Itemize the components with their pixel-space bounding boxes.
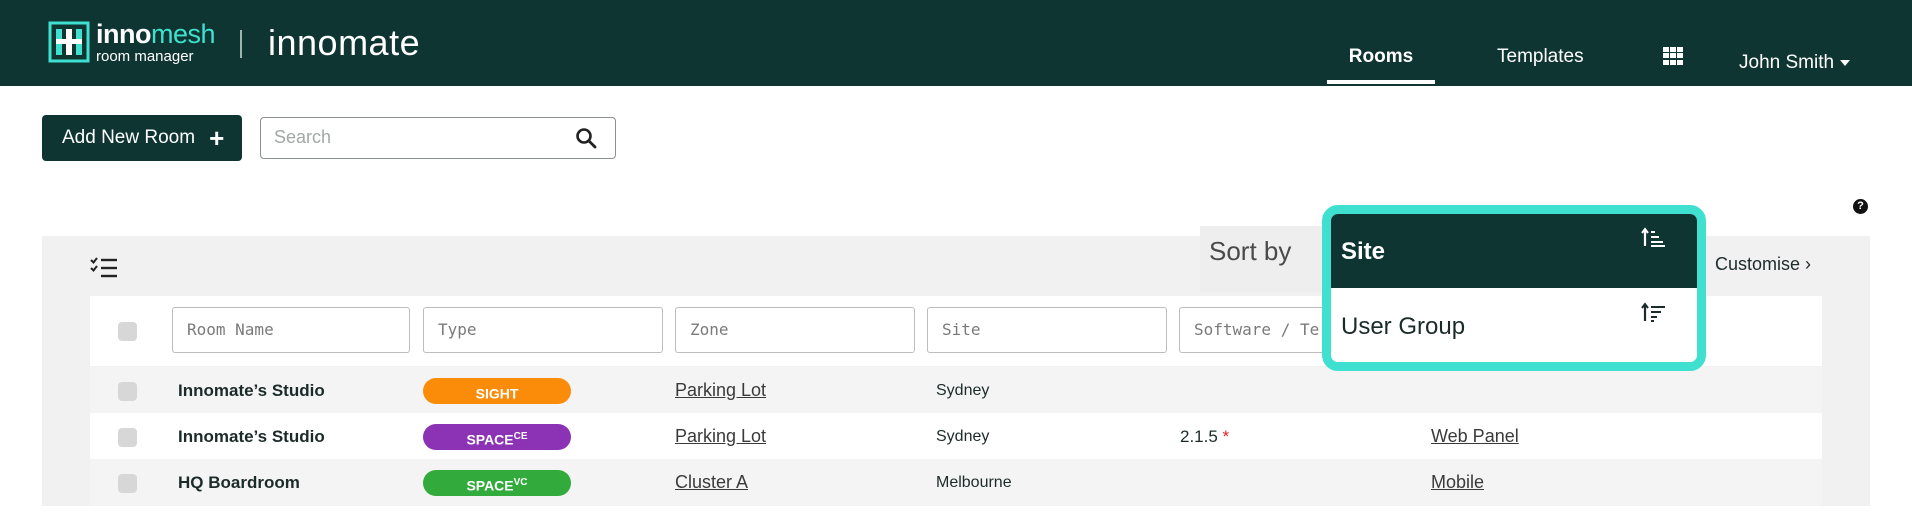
table-row[interactable]: Innomate’s Studio SPACECE Parking Lot Sy… bbox=[90, 413, 1822, 460]
software-filter[interactable]: Software / Te bbox=[1179, 307, 1331, 353]
sort-ascending-lines-icon[interactable] bbox=[1641, 226, 1667, 250]
customise-link[interactable]: Customise › bbox=[1715, 254, 1811, 275]
site-value: Melbourne bbox=[936, 474, 1012, 491]
logo-text: innomesh room manager bbox=[96, 18, 216, 65]
room-name[interactable]: HQ Boardroom bbox=[178, 459, 300, 506]
search-box[interactable] bbox=[260, 117, 616, 159]
logo-brand-a: inno bbox=[96, 18, 151, 49]
zone-filter[interactable]: Zone bbox=[675, 307, 915, 353]
sort-by-label: Sort by bbox=[1209, 236, 1292, 266]
user-name: John Smith bbox=[1739, 52, 1835, 73]
panel-link[interactable]: Mobile bbox=[1431, 459, 1484, 506]
chevron-down-icon bbox=[1840, 59, 1851, 66]
table-row[interactable]: HQ Boardroom SPACEVC Cluster A Melbourne… bbox=[90, 459, 1822, 506]
select-all-checkbox[interactable] bbox=[118, 322, 137, 341]
add-new-room-label: Add New Room bbox=[62, 127, 196, 148]
product-name: innomate bbox=[268, 22, 421, 63]
zone-link[interactable]: Cluster A bbox=[675, 459, 748, 506]
row-checkbox[interactable] bbox=[118, 382, 137, 401]
zone-link[interactable]: Parking Lot bbox=[675, 367, 766, 414]
sort-option-label: User Group bbox=[1341, 313, 1466, 340]
room-name[interactable]: Innomate’s Studio bbox=[178, 413, 325, 460]
zone-link[interactable]: Parking Lot bbox=[675, 413, 766, 460]
software-version: 2.1.5 * bbox=[1180, 427, 1230, 446]
search-input[interactable] bbox=[261, 118, 561, 156]
innomesh-logo[interactable]: innomesh room manager bbox=[48, 18, 216, 65]
nav-active-indicator bbox=[1327, 80, 1435, 84]
room-name-filter[interactable]: Room Name bbox=[172, 307, 410, 353]
site-value: Sydney bbox=[936, 428, 990, 445]
sort-option-label: Site bbox=[1341, 238, 1386, 265]
site-value: Sydney bbox=[936, 382, 990, 399]
sort-option-user-group[interactable]: User Group bbox=[1331, 289, 1697, 362]
logo-divider bbox=[240, 30, 242, 58]
update-flag: * bbox=[1222, 427, 1230, 446]
type-badge: SPACECE bbox=[423, 424, 571, 450]
type-badge: SIGHT bbox=[423, 378, 571, 404]
table-row[interactable]: Innomate’s Studio SIGHT Parking Lot Sydn… bbox=[90, 367, 1822, 414]
user-menu[interactable]: John Smith bbox=[1739, 52, 1851, 74]
chevron-right-icon: › bbox=[1805, 254, 1812, 274]
sort-option-site[interactable]: Site bbox=[1331, 214, 1697, 288]
row-checkbox[interactable] bbox=[118, 428, 137, 447]
logo-subtitle: room manager bbox=[96, 47, 194, 65]
type-badge: SPACEVC bbox=[423, 470, 571, 496]
checklist-icon[interactable] bbox=[90, 256, 118, 280]
sort-by-dropdown: Site User Group bbox=[1322, 205, 1706, 371]
sort-ascending-filter-icon[interactable] bbox=[1641, 301, 1667, 325]
help-icon[interactable]: ? bbox=[1853, 199, 1868, 214]
type-filter[interactable]: Type bbox=[423, 307, 663, 353]
apps-grid-icon[interactable] bbox=[1663, 47, 1683, 65]
search-icon[interactable] bbox=[575, 127, 597, 149]
site-filter[interactable]: Site bbox=[927, 307, 1167, 353]
nav-templates[interactable]: Templates bbox=[1497, 46, 1584, 68]
add-new-room-button[interactable]: Add New Room + bbox=[42, 115, 242, 161]
innomesh-logo-mark-icon bbox=[48, 21, 90, 63]
customise-label: Customise bbox=[1715, 254, 1801, 274]
nav-rooms[interactable]: Rooms bbox=[1327, 46, 1435, 68]
row-checkbox[interactable] bbox=[118, 474, 137, 493]
room-name[interactable]: Innomate’s Studio bbox=[178, 367, 325, 414]
plus-icon: + bbox=[209, 122, 225, 153]
panel-link[interactable]: Web Panel bbox=[1431, 413, 1519, 460]
logo-brand-b: mesh bbox=[150, 18, 216, 49]
